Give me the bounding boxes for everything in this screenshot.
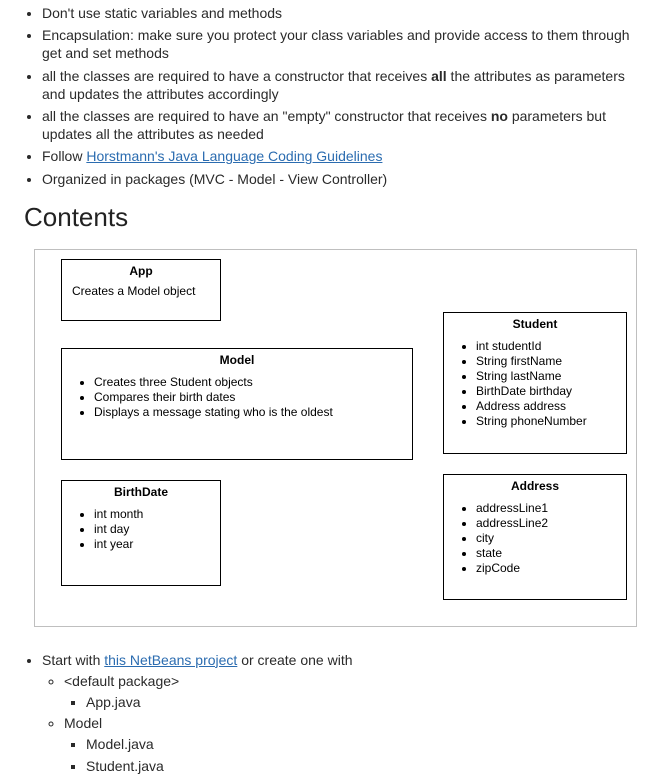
intro-text: or create one with (237, 652, 352, 668)
box-line: BirthDate birthday (476, 384, 616, 398)
box-line: state (476, 546, 616, 560)
req-bold: no (491, 108, 508, 124)
project-structure-list: Start with this NetBeans project or crea… (24, 651, 643, 775)
box-title: Student (444, 313, 626, 335)
box-body: int studentId String firstName String la… (444, 335, 626, 437)
box-address: Address addressLine1 addressLine2 city s… (443, 474, 627, 600)
box-line: int studentId (476, 339, 616, 353)
req-bold: all (431, 68, 447, 84)
box-student: Student int studentId String firstName S… (443, 312, 627, 454)
req-text: all the classes are required to have a c… (42, 68, 431, 84)
package-model: Model Model.java Student.java (64, 714, 643, 775)
package-name: <default package> (64, 673, 179, 689)
box-line: Creates three Student objects (94, 375, 402, 389)
box-line: city (476, 531, 616, 545)
list-item: Start with this NetBeans project or crea… (42, 651, 643, 775)
box-model: Model Creates three Student objects Comp… (61, 348, 413, 460)
req-item: Encapsulation: make sure you protect you… (42, 26, 643, 62)
box-line: String firstName (476, 354, 616, 368)
req-text: Don't use static variables and methods (42, 5, 282, 21)
req-text: Organized in packages (MVC - Model - Vie… (42, 171, 387, 187)
file-item: Student.java (86, 757, 643, 775)
box-line: String phoneNumber (476, 414, 616, 428)
req-item: all the classes are required to have an … (42, 107, 643, 143)
box-title: Model (62, 349, 412, 371)
box-body: int month int day int year (62, 503, 220, 560)
box-line: addressLine2 (476, 516, 616, 530)
contents-heading: Contents (24, 202, 643, 233)
file-item: Model.java (86, 735, 643, 753)
box-body: addressLine1 addressLine2 city state zip… (444, 497, 626, 584)
box-line: int year (94, 537, 210, 551)
box-birthdate: BirthDate int month int day int year (61, 480, 221, 586)
req-item: all the classes are required to have a c… (42, 67, 643, 103)
uml-diagram: App Creates a Model object Model Creates… (34, 249, 637, 627)
package-name: Model (64, 715, 102, 731)
req-text: all the classes are required to have an … (42, 108, 491, 124)
box-title: App (62, 260, 220, 282)
box-line: addressLine1 (476, 501, 616, 515)
box-line: zipCode (476, 561, 616, 575)
req-item: Don't use static variables and methods (42, 4, 643, 22)
box-line: String lastName (476, 369, 616, 383)
box-line: Creates a Model object (72, 284, 195, 298)
page-root: Don't use static variables and methods E… (0, 4, 667, 775)
req-item: Follow Horstmann's Java Language Coding … (42, 147, 643, 165)
box-title: BirthDate (62, 481, 220, 503)
guidelines-link[interactable]: Horstmann's Java Language Coding Guideli… (86, 148, 382, 164)
box-body: Creates a Model object (62, 282, 220, 306)
req-text: Follow (42, 148, 86, 164)
netbeans-link[interactable]: this NetBeans project (104, 652, 237, 668)
file-item: App.java (86, 693, 643, 711)
box-body: Creates three Student objects Compares t… (62, 371, 412, 428)
req-item: Organized in packages (MVC - Model - Vie… (42, 170, 643, 188)
box-line: Displays a message stating who is the ol… (94, 405, 402, 419)
box-app: App Creates a Model object (61, 259, 221, 321)
box-title: Address (444, 475, 626, 497)
box-line: Compares their birth dates (94, 390, 402, 404)
box-line: int day (94, 522, 210, 536)
requirements-list: Don't use static variables and methods E… (24, 4, 643, 188)
box-line: int month (94, 507, 210, 521)
req-text: Encapsulation: make sure you protect you… (42, 27, 630, 61)
box-line: Address address (476, 399, 616, 413)
intro-text: Start with (42, 652, 104, 668)
package-default: <default package> App.java (64, 672, 643, 711)
